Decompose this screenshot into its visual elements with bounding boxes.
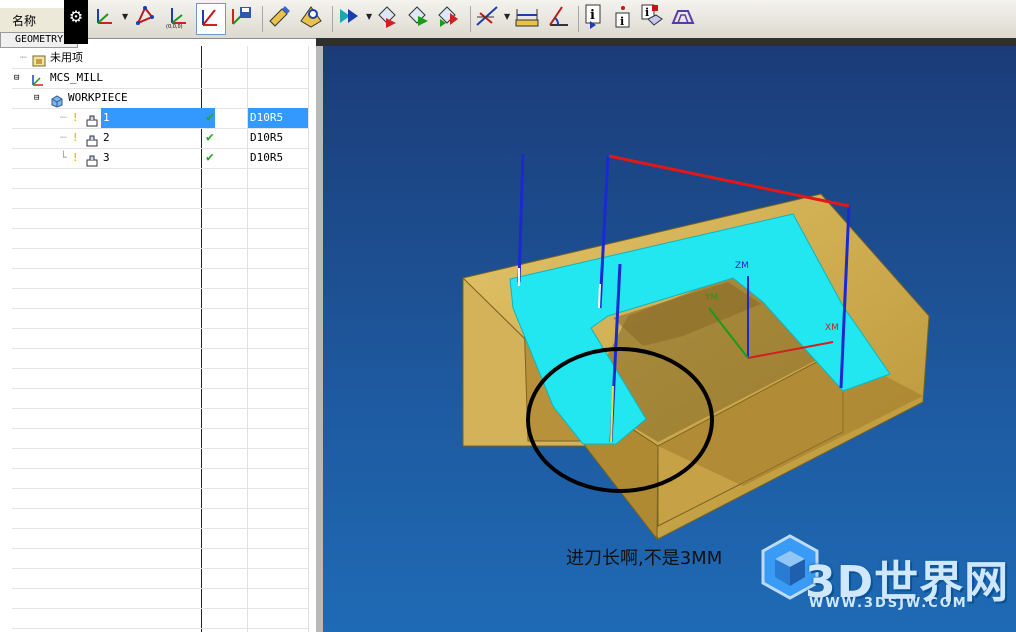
status-check-icon: ✔ xyxy=(206,150,214,165)
axis-label-x: XM xyxy=(825,323,839,333)
measure-icon[interactable] xyxy=(474,3,502,33)
empty-row xyxy=(12,188,308,209)
tree-connector: ┈ xyxy=(20,51,27,64)
watermark-url: WWW.3DSJW.COM xyxy=(809,596,968,611)
empty-row xyxy=(12,588,308,609)
dynamic-csys-icon[interactable] xyxy=(196,3,226,35)
tree-node-mcs[interactable]: ⊟ MCS_MILL xyxy=(12,68,308,89)
graphics-viewport[interactable]: ZM XM YM 进刀长啊,不是3MM 3D世界网 WWW.3DSJW.COM xyxy=(323,46,1016,632)
empty-row xyxy=(12,448,308,469)
gear-icon[interactable]: ⚙ xyxy=(64,0,88,44)
tree-node-label: 3 xyxy=(103,151,110,164)
tool-cell: D10R5 xyxy=(250,131,284,144)
bulb-icon: ! xyxy=(72,151,79,164)
operation-navigator: 名称 GEOMETRY ┈ 未用项 ⊟ MCS_MILL ⊟ WORKPIECE… xyxy=(0,0,317,632)
svg-text:(0,0,0): (0,0,0) xyxy=(166,24,183,29)
tool-cell: D10R5 xyxy=(250,151,284,164)
empty-row xyxy=(12,368,308,389)
tree-connector: ┈ xyxy=(60,131,67,144)
empty-row xyxy=(12,288,308,309)
tree-node-operation-1[interactable]: ┈ ! 1 ✔ D10R5 xyxy=(12,108,308,129)
empty-row xyxy=(12,428,308,449)
csys-icon[interactable] xyxy=(92,3,120,33)
tree-node-workpiece[interactable]: ⊟ WORKPIECE xyxy=(12,88,308,109)
empty-row xyxy=(12,348,308,369)
dropdown-arrow-icon[interactable]: ▼ xyxy=(366,12,372,21)
tree-node-label: MCS_MILL xyxy=(50,71,103,84)
post-icon[interactable] xyxy=(406,3,434,33)
empty-row xyxy=(12,248,308,269)
column-divider xyxy=(308,46,309,632)
origin-csys-icon[interactable]: (0,0,0) xyxy=(164,3,192,33)
annotation-text: 进刀长啊,不是3MM xyxy=(566,548,723,569)
tree-node-unused[interactable]: ┈ 未用项 xyxy=(12,48,308,69)
empty-row xyxy=(12,388,308,409)
bulb-icon: ! xyxy=(72,111,79,124)
tree-node-operation-3[interactable]: └ ! 3 ✔ D10R5 xyxy=(12,148,308,169)
object-info-icon[interactable]: i xyxy=(610,3,638,33)
empty-row xyxy=(12,168,308,189)
toolbar: ▼ (0,0,0) ▼ ▼ i i i xyxy=(88,0,1016,39)
empty-row xyxy=(12,208,308,229)
tree-node-label: WORKPIECE xyxy=(68,91,128,104)
empty-row xyxy=(12,408,308,429)
generate-icon[interactable] xyxy=(336,3,364,33)
svg-text:i: i xyxy=(645,6,649,19)
column-header-name[interactable]: 名称 xyxy=(12,12,36,29)
axis-label-z: ZM xyxy=(735,261,749,271)
viewport-frame xyxy=(316,46,323,632)
svg-text:i: i xyxy=(590,8,595,23)
mcs-icon xyxy=(30,70,44,90)
toolbar-separator xyxy=(470,6,471,32)
edit-icon[interactable] xyxy=(266,3,294,33)
empty-row xyxy=(12,268,308,289)
dropdown-arrow-icon[interactable]: ▼ xyxy=(122,12,128,21)
tree-connector: ┈ xyxy=(60,111,67,124)
empty-row xyxy=(12,488,308,509)
verify-icon[interactable] xyxy=(298,3,326,33)
empty-row xyxy=(12,228,308,249)
tree-node-operation-2[interactable]: ┈ ! 2 ✔ D10R5 xyxy=(12,128,308,149)
dimension-icon[interactable] xyxy=(514,3,542,33)
empty-row xyxy=(12,468,308,489)
tree-connector: └ xyxy=(60,151,67,164)
point-icon[interactable] xyxy=(132,3,160,33)
bulb-icon: ! xyxy=(72,131,79,144)
empty-row xyxy=(12,328,308,349)
collapse-icon[interactable]: ⊟ xyxy=(14,68,19,88)
toolpath-icon[interactable] xyxy=(670,3,698,33)
toolbar-separator xyxy=(262,6,263,32)
properties-icon[interactable]: i xyxy=(638,3,666,33)
tree-node-label: 2 xyxy=(103,131,110,144)
empty-row xyxy=(12,548,308,569)
replay-icon[interactable] xyxy=(376,3,404,33)
tree-node-label: 1 xyxy=(101,108,215,128)
collapse-icon[interactable]: ⊟ xyxy=(34,88,39,108)
angle-icon[interactable] xyxy=(546,3,574,33)
save-csys-icon[interactable] xyxy=(228,3,256,33)
info-icon[interactable]: i xyxy=(582,3,610,33)
empty-row xyxy=(12,308,308,329)
toolbar-shadow xyxy=(316,38,1016,46)
output-icon[interactable] xyxy=(436,3,464,33)
svg-text:i: i xyxy=(620,15,624,28)
empty-row xyxy=(12,568,308,589)
dropdown-arrow-icon[interactable]: ▼ xyxy=(504,12,510,21)
empty-row xyxy=(12,528,308,549)
tree-node-label: 未用项 xyxy=(50,51,83,64)
status-check-icon: ✔ xyxy=(206,130,214,145)
empty-row xyxy=(12,608,308,629)
status-check-icon: ✔ xyxy=(206,110,214,125)
toolbar-separator xyxy=(578,6,579,32)
axis-label-y: YM xyxy=(704,293,718,303)
toolbar-separator xyxy=(332,6,333,32)
tool-cell: D10R5 xyxy=(248,108,308,128)
empty-row xyxy=(12,508,308,529)
